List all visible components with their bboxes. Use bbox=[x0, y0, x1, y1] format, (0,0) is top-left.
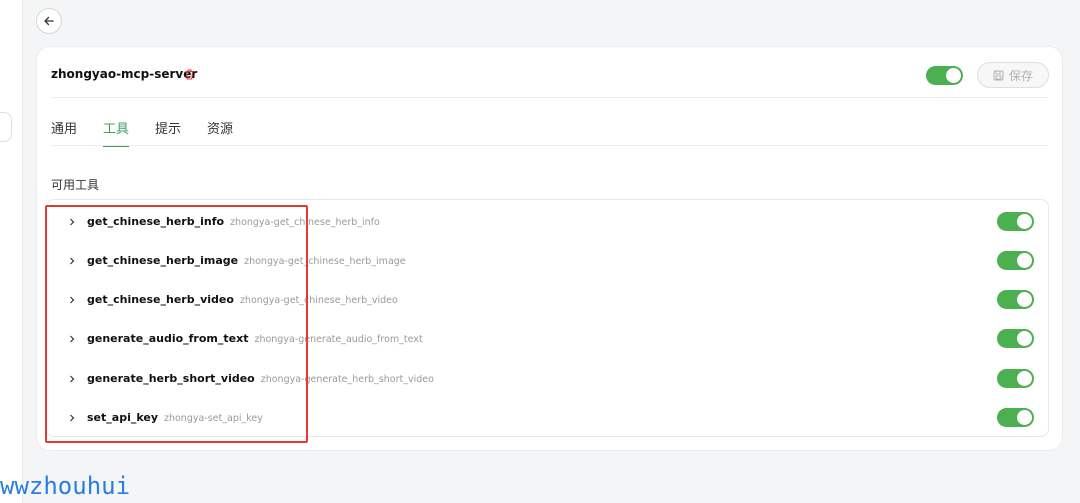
tool-row[interactable]: get_chinese_herb_info zhongya-get_chinese… bbox=[47, 202, 1048, 241]
toggle-knob bbox=[1017, 253, 1032, 268]
tool-row[interactable]: set_api_key zhongya-set_api_key bbox=[47, 398, 1048, 437]
tool-id: zhongya-generate_herb_short_video bbox=[260, 374, 434, 385]
tool-name: get_chinese_herb_image zhongya-get_chines… bbox=[87, 254, 406, 267]
toggle-knob bbox=[1017, 214, 1032, 229]
header-divider bbox=[51, 97, 1048, 98]
tool-enable-toggle[interactable] bbox=[997, 251, 1034, 270]
save-button-label: 保存 bbox=[1008, 68, 1033, 83]
chevron-right-icon[interactable] bbox=[67, 413, 77, 423]
trash-icon[interactable] bbox=[183, 68, 196, 81]
tool-enable-toggle[interactable] bbox=[997, 212, 1034, 231]
tool-enable-toggle[interactable] bbox=[997, 369, 1034, 388]
toggle-knob bbox=[946, 68, 961, 83]
tools-list: get_chinese_herb_info zhongya-get_chinese… bbox=[46, 199, 1049, 437]
server-name: zhongyao-mcp-server bbox=[51, 67, 198, 81]
tool-id: zhongya-set_api_key bbox=[163, 413, 263, 424]
tabs-divider bbox=[51, 145, 1048, 146]
tab-general[interactable]: 通用 bbox=[51, 118, 77, 147]
tool-enable-toggle[interactable] bbox=[997, 408, 1034, 427]
tab-tools[interactable]: 工具 bbox=[103, 118, 130, 147]
tool-id: zhongya-get_chinese_herb_info bbox=[230, 217, 380, 228]
server-detail-card: zhongyao-mcp-server 保存 通用 工具 提示 资源 可用工具 … bbox=[36, 46, 1063, 451]
tool-row[interactable]: generate_herb_short_video zhongya-generat… bbox=[47, 359, 1048, 398]
chevron-right-icon[interactable] bbox=[67, 334, 77, 344]
tool-name: get_chinese_herb_info zhongya-get_chinese… bbox=[87, 215, 380, 228]
watermark: wwzhouhui bbox=[0, 472, 131, 500]
tool-enable-toggle[interactable] bbox=[997, 290, 1034, 309]
toggle-knob bbox=[1017, 410, 1032, 425]
tool-enable-toggle[interactable] bbox=[997, 329, 1034, 348]
server-enable-toggle[interactable] bbox=[926, 66, 963, 85]
toggle-knob bbox=[1017, 292, 1032, 307]
section-title: 可用工具 bbox=[51, 178, 100, 192]
sidebar-edge bbox=[0, 0, 23, 503]
tool-row[interactable]: generate_audio_from_text zhongya-generate… bbox=[47, 319, 1048, 358]
back-button[interactable] bbox=[36, 8, 62, 34]
sidebar-collapse-handle[interactable] bbox=[0, 112, 12, 142]
tool-name: set_api_key zhongya-set_api_key bbox=[87, 411, 263, 424]
tool-name: generate_audio_from_text zhongya-generate… bbox=[87, 332, 423, 345]
save-button[interactable]: 保存 bbox=[977, 62, 1049, 88]
arrow-left-icon bbox=[44, 16, 54, 26]
save-icon bbox=[993, 70, 1004, 80]
tab-prompts[interactable]: 提示 bbox=[155, 118, 181, 147]
tab-bar: 通用 工具 提示 资源 bbox=[51, 118, 233, 147]
tool-row[interactable]: get_chinese_herb_image zhongya-get_chines… bbox=[47, 241, 1048, 280]
tool-id: zhongya-get_chinese_herb_video bbox=[239, 295, 398, 306]
tool-row[interactable]: get_chinese_herb_video zhongya-get_chines… bbox=[47, 280, 1048, 319]
tool-name: generate_herb_short_video zhongya-generat… bbox=[87, 372, 434, 385]
toggle-knob bbox=[1017, 371, 1032, 386]
toggle-knob bbox=[1017, 331, 1032, 346]
chevron-right-icon[interactable] bbox=[67, 295, 77, 305]
tool-id: zhongya-get_chinese_herb_image bbox=[244, 256, 406, 267]
chevron-right-icon[interactable] bbox=[67, 256, 77, 266]
tool-name: get_chinese_herb_video zhongya-get_chines… bbox=[87, 293, 398, 306]
tool-id: zhongya-generate_audio_from_text bbox=[254, 334, 423, 345]
chevron-right-icon[interactable] bbox=[67, 374, 77, 384]
tab-resources[interactable]: 资源 bbox=[207, 118, 233, 147]
chevron-right-icon[interactable] bbox=[67, 217, 77, 227]
